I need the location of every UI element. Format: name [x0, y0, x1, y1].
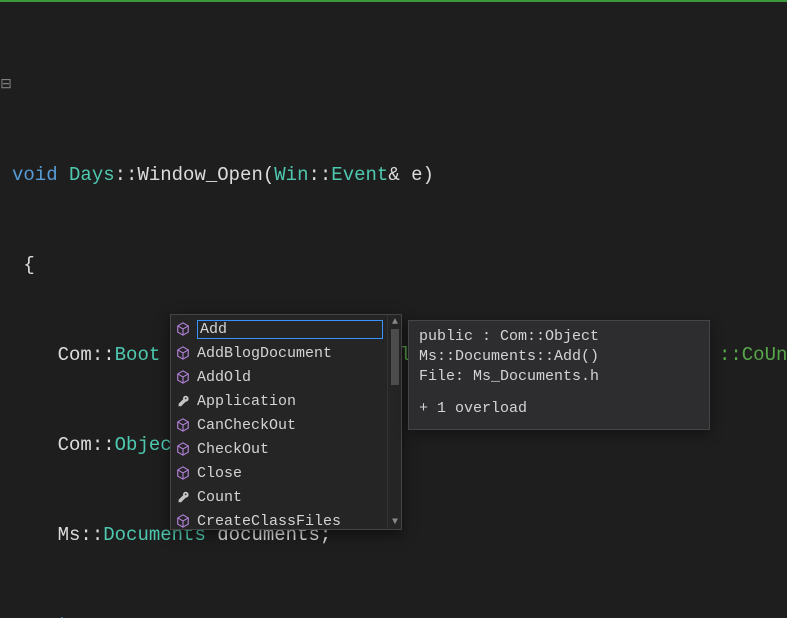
intellisense-popup[interactable]: Add AddBlogDocument AddOld Application CanCh…: [170, 314, 402, 530]
tooltip-overload: + 1 overload: [419, 399, 699, 419]
intellisense-item[interactable]: AddBlogDocument: [171, 341, 387, 365]
tooltip-signature: public : Com::Object Ms::Documents::Add(…: [419, 327, 699, 367]
method-cube-icon: [175, 417, 191, 433]
intellisense-item[interactable]: Add: [171, 317, 387, 341]
intellisense-item-label: Add: [197, 320, 383, 339]
intellisense-item[interactable]: AddOld: [171, 365, 387, 389]
method-cube-icon: [175, 465, 191, 481]
intellisense-item-label: AddBlogDocument: [197, 345, 383, 362]
method-cube-icon: [175, 513, 191, 529]
intellisense-item[interactable]: Close: [171, 461, 387, 485]
wrench-icon: [175, 393, 191, 409]
code-line[interactable]: {: [12, 250, 787, 280]
intellisense-item[interactable]: CanCheckOut: [171, 413, 387, 437]
code-line[interactable]: void Days::Window_Open(Win::Event& e): [12, 160, 787, 190]
method-cube-icon: [175, 441, 191, 457]
scroll-down-arrow-icon[interactable]: ▼: [388, 515, 402, 529]
signature-tooltip: public : Com::Object Ms::Documents::Add(…: [408, 320, 710, 430]
intellisense-item-label: AddOld: [197, 369, 383, 386]
intellisense-item-label: Count: [197, 489, 383, 506]
intellisense-item[interactable]: CheckOut: [171, 437, 387, 461]
fold-toggle-icon[interactable]: ⊟: [0, 70, 12, 100]
intellisense-item-label: Close: [197, 465, 383, 482]
tooltip-file: File: Ms_Documents.h: [419, 367, 699, 387]
intellisense-list[interactable]: Add AddBlogDocument AddOld Application CanCh…: [171, 315, 387, 529]
intellisense-item-label: CheckOut: [197, 441, 383, 458]
fold-gutter: ⊟: [0, 10, 12, 160]
method-cube-icon: [175, 321, 191, 337]
intellisense-item[interactable]: Count: [171, 485, 387, 509]
method-cube-icon: [175, 345, 191, 361]
intellisense-item-label: Application: [197, 393, 383, 410]
method-cube-icon: [175, 369, 191, 385]
intellisense-item-label: CreateClassFiles: [197, 513, 383, 530]
scroll-up-arrow-icon[interactable]: ▲: [388, 315, 402, 329]
scroll-thumb[interactable]: [391, 329, 399, 385]
intellisense-item-label: CanCheckOut: [197, 417, 383, 434]
intellisense-item[interactable]: Application: [171, 389, 387, 413]
code-line[interactable]: try: [12, 610, 787, 618]
wrench-icon: [175, 489, 191, 505]
intellisense-scrollbar[interactable]: ▲ ▼: [387, 315, 401, 529]
intellisense-item[interactable]: CreateClassFiles: [171, 509, 387, 529]
